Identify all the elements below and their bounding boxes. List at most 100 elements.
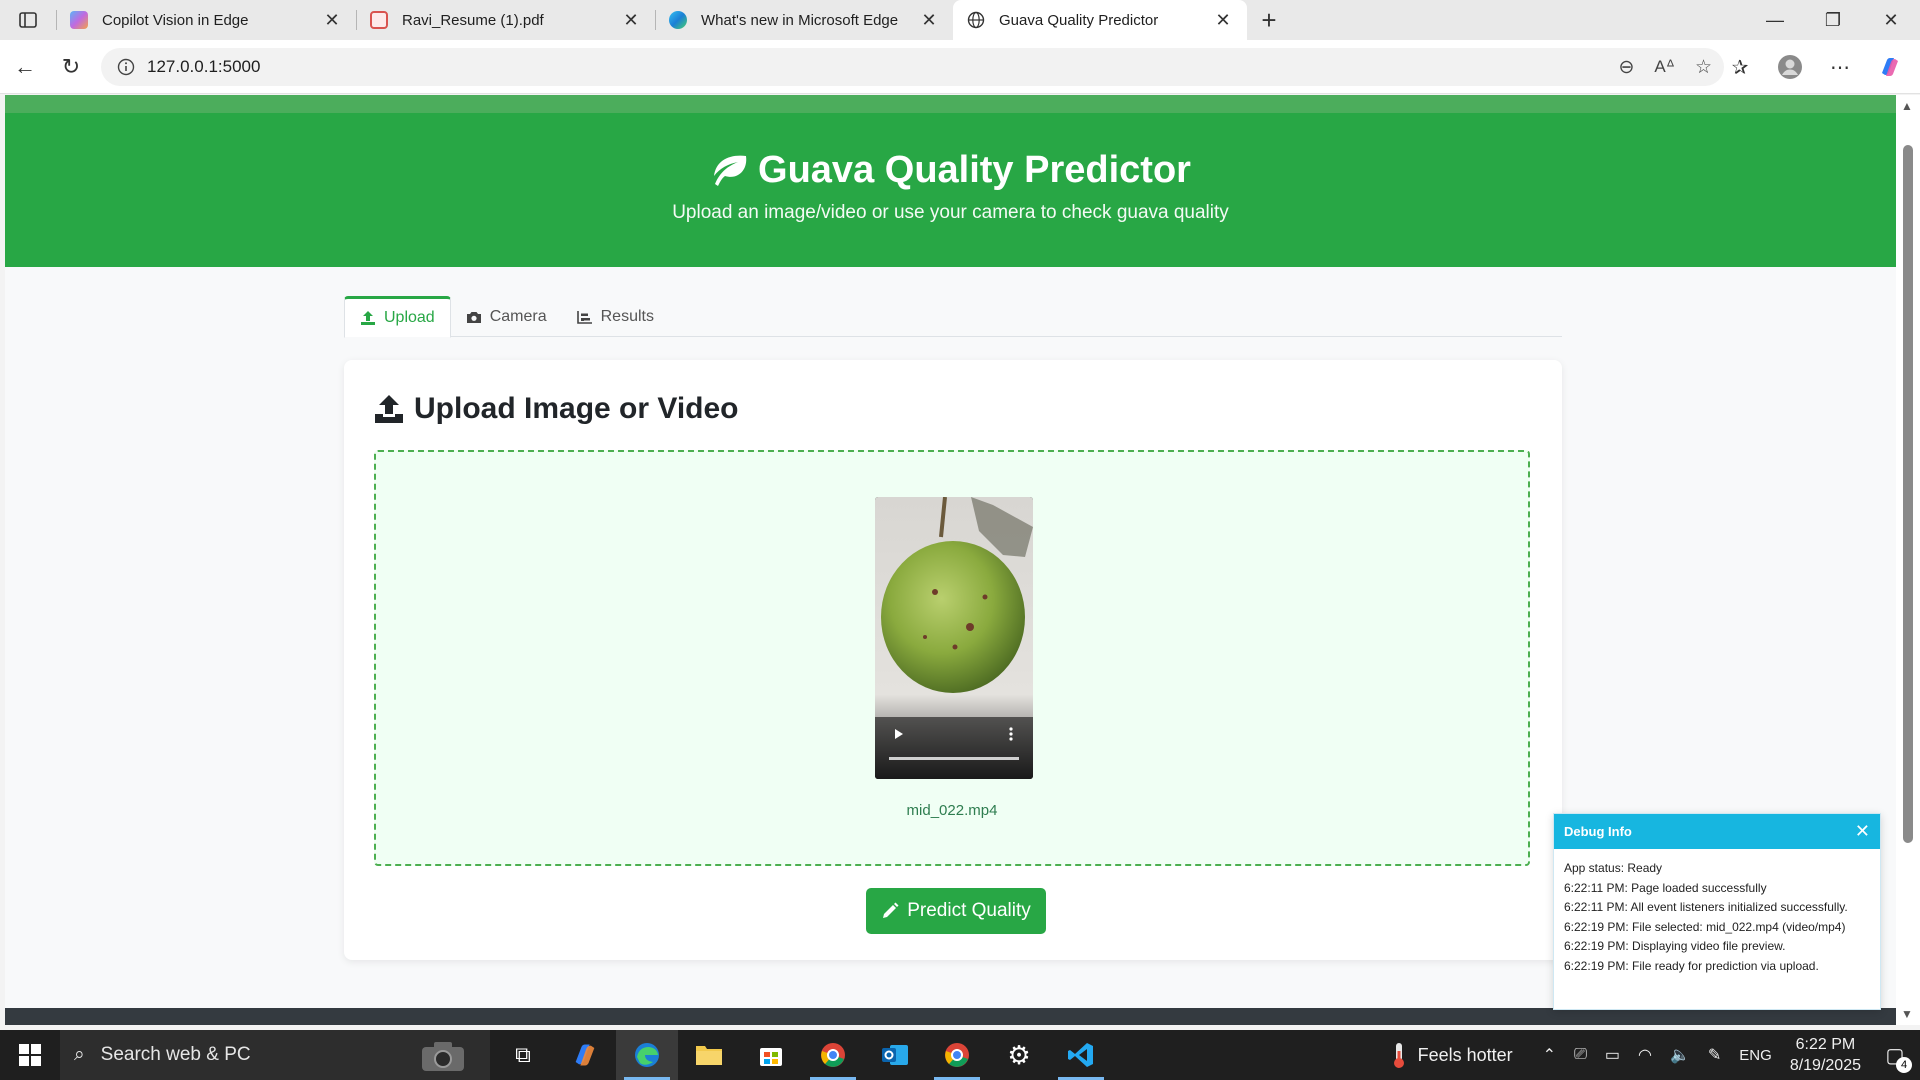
refresh-icon: ↻: [61, 53, 81, 79]
file-explorer-app[interactable]: [678, 1030, 740, 1080]
taskbar-search[interactable]: ⌕ Search web & PC: [60, 1030, 490, 1080]
file-dropzone[interactable]: mid_022.mp4: [374, 450, 1530, 866]
upload-card: Upload Image or Video mid_022.mp4 Predic…: [344, 360, 1562, 960]
guava-video-frame: [875, 497, 1033, 779]
clock[interactable]: 6:22 PM 8/19/2025: [1781, 1030, 1870, 1080]
tab-title: Guava Quality Predictor: [999, 11, 1159, 29]
page-header: Guava Quality Predictor Upload an image/…: [5, 113, 1896, 267]
close-tab-icon[interactable]: ✕: [919, 10, 939, 31]
tab-camera[interactable]: Camera: [451, 296, 562, 337]
debug-line: 6:22:19 PM: File ready for prediction vi…: [1564, 958, 1819, 973]
chrome-app-2[interactable]: [926, 1030, 988, 1080]
browser-tab-0[interactable]: Copilot Vision in Edge ✕: [56, 0, 356, 40]
debug-log: App status: Ready 6:22:11 PM: Page loade…: [1554, 849, 1880, 986]
close-tab-icon[interactable]: ✕: [1213, 10, 1233, 31]
more-options-icon[interactable]: ⋯: [1820, 47, 1860, 87]
meet-now-icon[interactable]: ⎚: [1565, 1030, 1596, 1080]
vscode-app[interactable]: [1050, 1030, 1112, 1080]
windows-logo-icon: [19, 1044, 41, 1066]
start-button[interactable]: [0, 1030, 60, 1080]
chrome-app-1[interactable]: [802, 1030, 864, 1080]
store-app[interactable]: [740, 1030, 802, 1080]
chevron-up-icon[interactable]: ⌃: [1534, 1030, 1565, 1080]
close-tab-icon[interactable]: ✕: [621, 10, 641, 31]
wifi-icon[interactable]: ◠: [1629, 1030, 1661, 1080]
tab-label: Results: [600, 307, 654, 325]
page-footer: [5, 1008, 1896, 1025]
debug-line: 6:22:11 PM: Page loaded successfully: [1564, 880, 1767, 895]
page-scrollbar[interactable]: ▲ ▼: [1896, 95, 1920, 1025]
scrollbar-thumb[interactable]: [1903, 145, 1913, 843]
upload-heading-icon: [375, 395, 403, 423]
favorite-star-icon[interactable]: ☆: [1695, 56, 1712, 79]
page-title-wrap: Guava Quality Predictor: [5, 149, 1896, 192]
address-bar-actions: ⊖ Aᐞ ☆: [1618, 48, 1712, 86]
notification-badge: 4: [1896, 1057, 1912, 1073]
vscode-icon: [1068, 1043, 1093, 1067]
favorites-icon[interactable]: ✰: [1720, 47, 1760, 87]
chart-icon: [576, 310, 592, 324]
task-view-app[interactable]: ⧉: [492, 1030, 554, 1080]
browser-tab-1[interactable]: Ravi_Resume (1).pdf ✕: [356, 0, 655, 40]
read-aloud-icon[interactable]: Aᐞ: [1654, 57, 1675, 77]
address-bar[interactable]: 127.0.0.1:5000 ⊖ Aᐞ ☆: [101, 48, 1724, 86]
debug-line: 6:22:19 PM: File selected: mid_022.mp4 (…: [1564, 919, 1846, 934]
camera-icon: [466, 311, 481, 323]
minimize-icon[interactable]: —: [1746, 0, 1804, 40]
browser-tab-strip: Copilot Vision in Edge ✕ Ravi_Resume (1)…: [0, 0, 1920, 40]
weather-widget[interactable]: Feels hotter: [1381, 1030, 1522, 1080]
url-text[interactable]: 127.0.0.1:5000: [147, 57, 260, 77]
close-debug-icon[interactable]: ✕: [1855, 821, 1870, 842]
tab-upload[interactable]: Upload: [344, 296, 451, 338]
search-icon: ⌕: [74, 1044, 85, 1065]
outlook-icon: [882, 1045, 908, 1065]
tab-label: Camera: [489, 307, 547, 325]
clock-time: 6:22 PM: [1795, 1036, 1856, 1053]
close-tab-icon[interactable]: ✕: [322, 10, 342, 31]
folder-icon: [696, 1046, 722, 1065]
tab-label: Upload: [384, 309, 435, 326]
info-icon[interactable]: [117, 58, 135, 76]
tab-results[interactable]: Results: [562, 296, 669, 337]
upload-heading: Upload Image or Video: [414, 392, 739, 425]
notification-center[interactable]: ▢ 4: [1870, 1030, 1920, 1080]
browser-toolbar: ← ↻ 127.0.0.1:5000 ⊖ Aᐞ ☆ ✰ ⋯: [0, 40, 1920, 94]
close-window-icon[interactable]: ✕: [1862, 0, 1920, 40]
scroll-down-icon[interactable]: ▼: [1901, 1007, 1913, 1021]
predict-label: Predict Quality: [907, 900, 1031, 921]
tab-title: Ravi_Resume (1).pdf: [402, 11, 544, 29]
selected-file-name: mid_022.mp4: [906, 802, 998, 819]
settings-app[interactable]: ⚙: [988, 1030, 1050, 1080]
pen-icon[interactable]: ✎: [1699, 1030, 1730, 1080]
leaf-icon: [714, 155, 747, 186]
battery-icon[interactable]: ▭: [1596, 1030, 1629, 1080]
back-button[interactable]: ←: [2, 47, 48, 87]
copilot-app[interactable]: [554, 1030, 616, 1080]
debug-line: 6:22:19 PM: Displaying video file previe…: [1564, 939, 1786, 953]
refresh-button[interactable]: ↻: [48, 47, 94, 87]
outlook-app[interactable]: [864, 1030, 926, 1080]
camera-search-icon[interactable]: [420, 1039, 466, 1073]
video-preview[interactable]: [875, 497, 1033, 779]
scroll-up-icon[interactable]: ▲: [1901, 99, 1913, 113]
debug-title: Debug Info: [1564, 824, 1632, 839]
language-indicator[interactable]: ENG: [1730, 1030, 1781, 1080]
thermometer-icon: [1393, 1043, 1404, 1068]
copilot-button-icon[interactable]: [1870, 47, 1910, 87]
edge-app[interactable]: [616, 1030, 678, 1080]
clock-date: 8/19/2025: [1789, 1057, 1861, 1074]
tab-actions-button[interactable]: [0, 0, 56, 40]
chrome-icon: [821, 1043, 845, 1067]
restore-icon[interactable]: ❐: [1804, 0, 1862, 40]
plus-icon: +: [1261, 4, 1277, 35]
profile-avatar-icon[interactable]: [1770, 47, 1810, 87]
predict-quality-button[interactable]: Predict Quality: [866, 888, 1046, 934]
edge-app-icon: [635, 1043, 659, 1067]
page-subtitle: Upload an image/video or use your camera…: [672, 202, 1229, 223]
browser-tab-3[interactable]: Guava Quality Predictor ✕: [953, 0, 1247, 40]
volume-icon[interactable]: 🔈: [1661, 1030, 1699, 1080]
new-tab-button[interactable]: +: [1247, 0, 1291, 40]
browser-tab-2[interactable]: What's new in Microsoft Edge ✕: [655, 0, 953, 40]
search-placeholder: Search web & PC: [100, 1044, 251, 1065]
zoom-icon[interactable]: ⊖: [1618, 56, 1634, 79]
